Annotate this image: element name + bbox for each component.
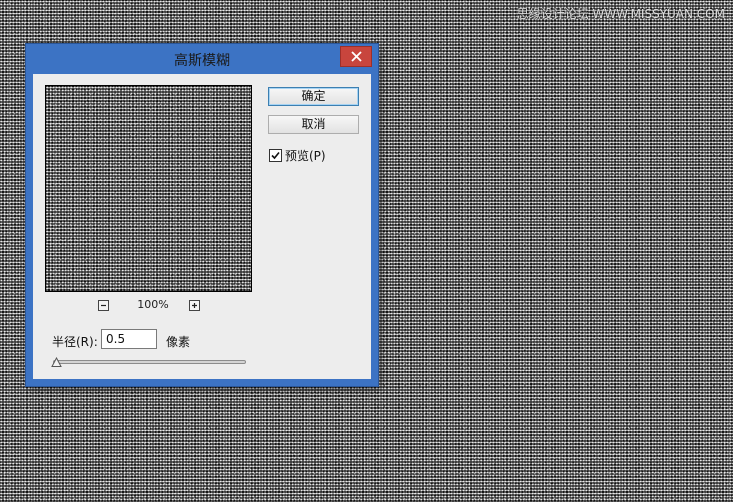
radius-slider-thumb[interactable]: [51, 357, 62, 368]
checkmark-icon: [271, 151, 280, 160]
gaussian-blur-dialog: 高斯模糊 100% 确定 取消 预览(P) 半径(R): 0.5 像素: [26, 44, 378, 386]
dialog-title: 高斯模糊: [174, 53, 230, 69]
preview-image[interactable]: [46, 86, 251, 291]
radius-slider-track[interactable]: [53, 360, 246, 364]
dialog-body: 100% 确定 取消 预览(P) 半径(R): 像素: [33, 74, 371, 379]
dialog-titlebar[interactable]: 高斯模糊: [26, 44, 378, 74]
plus-icon: [192, 303, 197, 308]
zoom-out-button[interactable]: [98, 300, 109, 311]
watermark-text: 思缘设计论坛 WWW.MISSYUAN.COM: [516, 7, 725, 21]
cancel-button[interactable]: 取消: [268, 115, 359, 134]
close-icon: [351, 51, 362, 62]
radius-input[interactable]: [101, 329, 157, 349]
zoom-level: 100%: [137, 298, 169, 311]
preview-label: 预览(P): [285, 149, 326, 163]
radius-unit-label: 像素: [166, 335, 191, 349]
preview-frame: [45, 85, 252, 292]
minus-icon: [101, 304, 106, 307]
close-button[interactable]: [340, 46, 372, 67]
zoom-in-button[interactable]: [189, 300, 200, 311]
preview-checkbox[interactable]: [269, 149, 282, 162]
ok-button[interactable]: 确定: [268, 87, 359, 106]
radius-label: 半径(R):: [52, 335, 98, 349]
